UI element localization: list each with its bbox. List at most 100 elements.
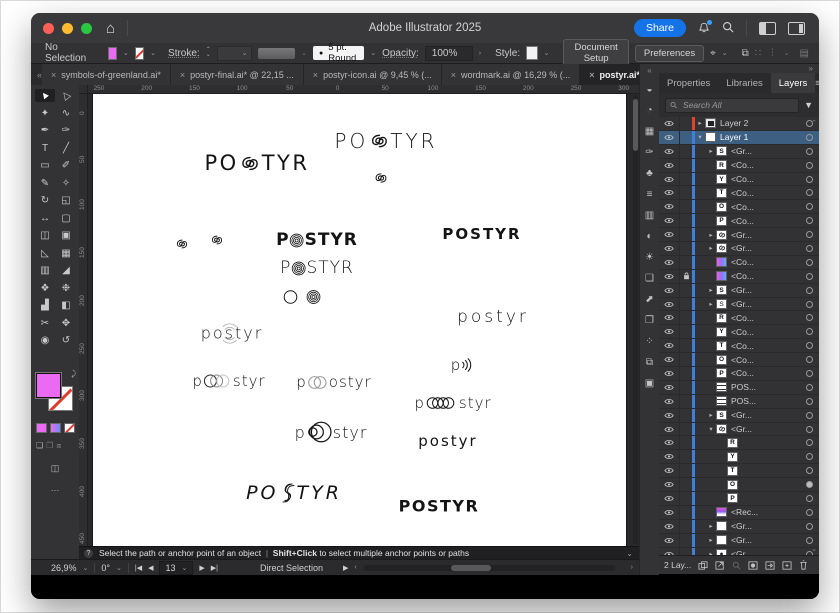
close-tab-icon[interactable]: × xyxy=(180,70,185,80)
visibility-eye-icon[interactable] xyxy=(659,297,680,311)
mesh-tool[interactable]: ▦ xyxy=(56,247,76,260)
pen-tool[interactable]: ✒ xyxy=(35,124,55,137)
layer-name[interactable]: <Gr... xyxy=(731,285,802,295)
filter-funnel-icon[interactable]: ▼ xyxy=(804,100,813,110)
wordmark-rings-fade[interactable]: p styr xyxy=(192,372,265,390)
new-layer-icon[interactable] xyxy=(782,560,792,570)
stroke-label[interactable]: Stroke: xyxy=(168,48,200,59)
layer-name[interactable]: <Gr... xyxy=(731,521,802,531)
selection-tool[interactable]: ▲ xyxy=(35,88,55,103)
layer-thumbnail[interactable] xyxy=(716,382,727,393)
layer-name[interactable]: <Gr... xyxy=(731,230,802,240)
layer-object-row[interactable]: ▸ <Gr... xyxy=(659,519,819,534)
target-circle-icon[interactable] xyxy=(806,397,813,405)
layer-thumbnail[interactable] xyxy=(716,396,727,407)
layer-name[interactable]: <Gr... xyxy=(731,299,802,309)
next-artboard-button[interactable]: ▶ xyxy=(199,564,204,572)
wordmark-spiral-s[interactable]: PO TYR xyxy=(246,482,342,504)
visibility-eye-icon[interactable] xyxy=(659,367,680,380)
layer-name[interactable]: <Co... xyxy=(731,271,802,281)
layer-object-row[interactable]: O <Co... xyxy=(659,200,819,215)
wordmark-target-light[interactable]: P STYR xyxy=(280,258,354,278)
screen-mode-icon[interactable]: ◫ xyxy=(31,463,79,474)
variable-width-profile-dropdown[interactable]: ● 5 pt. Round xyxy=(313,42,365,64)
layer-name[interactable]: <Rec... xyxy=(731,507,802,517)
color-button[interactable] xyxy=(36,423,47,433)
grid-view-icon[interactable]: ▤ xyxy=(800,48,809,59)
panel-options-icon[interactable]: ⫶ xyxy=(771,48,774,59)
layer-object-row[interactable]: P xyxy=(659,492,819,506)
visibility-eye-icon[interactable] xyxy=(659,519,680,533)
layer-object-row[interactable]: <Rec... xyxy=(659,505,819,520)
artboards-panel-icon[interactable]: ❐ xyxy=(645,310,654,331)
layer-thumbnail[interactable]: R xyxy=(716,160,727,171)
wordmark-lower-plain[interactable]: postyr xyxy=(418,432,477,450)
layer-thumbnail[interactable]: T xyxy=(727,465,738,476)
snap-options-icon[interactable]: ⌖ xyxy=(710,48,716,59)
layer-name[interactable]: <Gr... xyxy=(731,146,802,156)
make-mask-icon[interactable] xyxy=(748,560,758,570)
export-panel-icon[interactable]: ⬈ xyxy=(645,289,653,310)
gradient-tool[interactable]: ▥ xyxy=(35,264,55,277)
locate-object-icon[interactable] xyxy=(715,560,725,570)
notifications-bell-icon[interactable] xyxy=(698,20,712,34)
target-circle-icon[interactable] xyxy=(806,328,813,336)
layer-name[interactable]: Layer 1 xyxy=(720,132,802,142)
touch-bar-icon[interactable]: ∷ xyxy=(755,48,761,59)
visibility-eye-icon[interactable] xyxy=(659,144,680,158)
status-expand-icon[interactable]: ▶ xyxy=(343,564,348,572)
wordmark-lens[interactable]: p styr xyxy=(295,421,368,443)
visibility-eye-icon[interactable] xyxy=(659,408,680,422)
panel-tab-libraries[interactable]: Libraries xyxy=(718,73,770,93)
blend-tool[interactable]: ❖ xyxy=(35,282,55,295)
wordmark-lower-arc-s[interactable]: po s tyr xyxy=(201,322,264,344)
visibility-eye-icon[interactable] xyxy=(659,158,680,172)
workspace-switcher-icon[interactable] xyxy=(759,21,776,35)
layer-name[interactable]: Layer 2 xyxy=(720,118,802,128)
graphic-styles-panel-icon[interactable]: ❏ xyxy=(645,268,654,289)
gradient-panel-icon[interactable]: ▥ xyxy=(645,205,654,226)
target-circle-icon[interactable] xyxy=(806,244,813,252)
wordmark-swirl-medium[interactable]: PO TYR xyxy=(205,151,310,175)
symbol-sprayer-tool[interactable]: ❉ xyxy=(56,282,76,295)
target-circle-icon[interactable] xyxy=(806,439,813,447)
canvas-horizontal-scrollbar[interactable] xyxy=(362,564,615,571)
visibility-eye-icon[interactable] xyxy=(659,436,680,450)
last-artboard-button[interactable]: ▶| xyxy=(211,564,218,572)
rotate-view-tool[interactable]: ↺ xyxy=(56,334,76,347)
layer-object-row[interactable]: T <Co... xyxy=(659,186,819,201)
search-layers-icon[interactable] xyxy=(732,561,741,570)
layer-name[interactable]: <Co... xyxy=(731,341,802,351)
target-circle-icon[interactable] xyxy=(806,522,813,530)
visibility-eye-icon[interactable] xyxy=(659,117,680,130)
target-circle-icon[interactable] xyxy=(806,231,813,239)
target-circle-icon[interactable] xyxy=(806,300,813,308)
layer-row[interactable]: ▾ Layer 1 xyxy=(659,130,819,145)
wordmark-target-bold[interactable]: P STYR xyxy=(276,230,358,250)
transparency-panel-icon[interactable]: ◐ xyxy=(646,226,652,247)
minimize-window-button[interactable] xyxy=(62,22,73,34)
collapse-arrow-icon[interactable]: ▾ xyxy=(706,425,716,433)
graphic-style-swatch[interactable] xyxy=(526,46,538,60)
target-circle-icon[interactable] xyxy=(806,494,813,502)
current-tool-indicator[interactable]: Direct Selection xyxy=(260,563,323,573)
layer-object-row[interactable]: <Co... xyxy=(659,255,819,270)
target-circle-icon[interactable] xyxy=(806,175,813,183)
target-circle-icon[interactable] xyxy=(806,536,813,544)
target-circle-icon[interactable] xyxy=(806,383,813,391)
layer-object-row[interactable]: T <Co... xyxy=(659,339,819,354)
layer-object-row[interactable]: ▸ <Gr... xyxy=(659,547,819,555)
target-circle-icon[interactable] xyxy=(806,453,813,461)
visibility-eye-icon[interactable] xyxy=(659,353,680,367)
layer-object-row[interactable]: T xyxy=(659,464,819,479)
artboard[interactable]: PO TYR PO TYR P STYR POSTYR P STYR po s tyr postyr p s… xyxy=(93,93,626,546)
chevron-right-icon[interactable]: › xyxy=(479,50,481,57)
layer-object-row[interactable]: ▸ S <Gr... xyxy=(659,283,819,298)
layer-object-row[interactable]: R <Co... xyxy=(659,158,819,173)
direct-selection-tool[interactable]: △ xyxy=(56,89,76,102)
visibility-eye-icon[interactable] xyxy=(659,228,680,242)
align-panel-icon[interactable]: ⁘ xyxy=(645,331,653,352)
chevron-down-icon[interactable]: ⌄ xyxy=(544,49,550,57)
visibility-eye-icon[interactable] xyxy=(659,325,680,339)
swap-fill-stroke-icon[interactable]: ⤸ xyxy=(71,369,76,379)
